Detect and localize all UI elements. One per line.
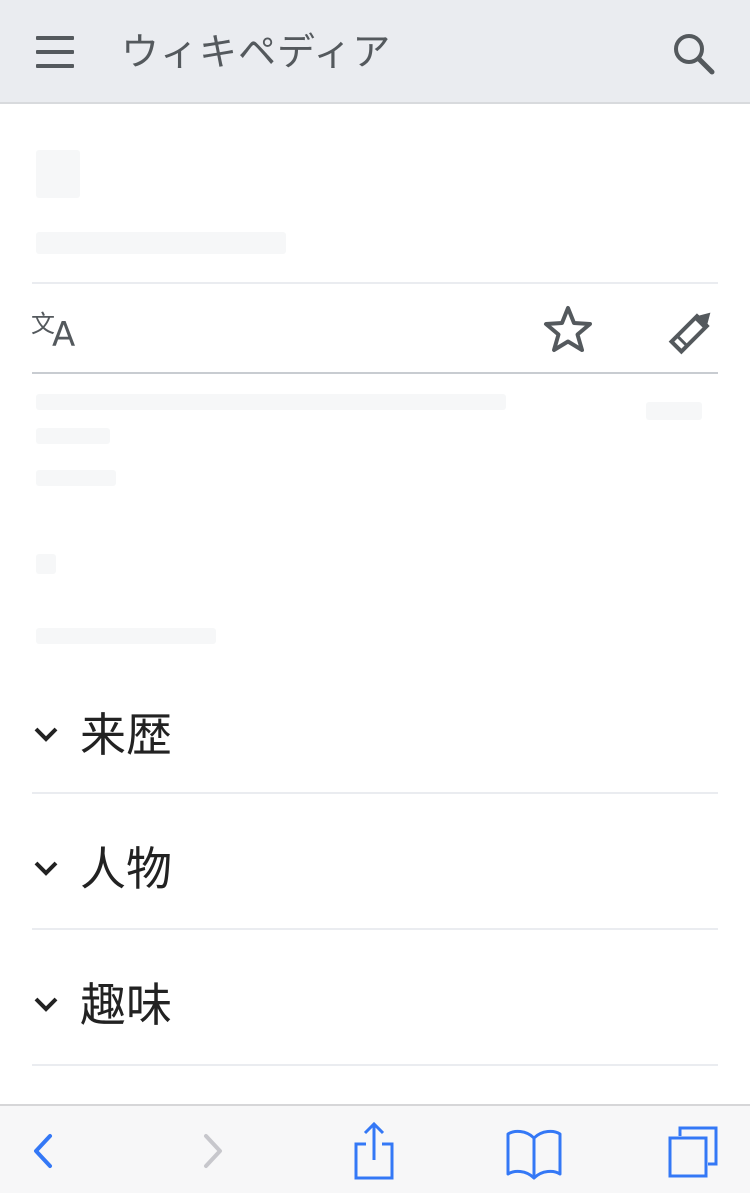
forward-chevron-icon[interactable] (188, 1116, 236, 1186)
pencil-icon[interactable] (664, 304, 720, 358)
section-rireki[interactable]: 来歴 (32, 672, 718, 806)
wikipedia-wordmark[interactable]: ウィキペディア (121, 22, 391, 82)
share-icon[interactable] (346, 1116, 402, 1186)
section-title: 人物 (80, 842, 172, 896)
heading-divider (32, 282, 718, 284)
section-jinbutsu[interactable]: 人物 (32, 806, 718, 940)
bookmarks-book-icon[interactable] (502, 1116, 566, 1186)
section-divider (32, 1064, 718, 1066)
svg-text:A: A (52, 315, 75, 350)
section-divider (32, 792, 718, 794)
menu-line (36, 64, 74, 68)
back-chevron-icon[interactable] (20, 1116, 68, 1186)
section-title: 来歴 (80, 708, 172, 762)
section-divider (32, 928, 718, 930)
hamburger-menu-icon[interactable] (30, 30, 80, 74)
chevron-down-icon (34, 861, 58, 876)
chevron-down-icon (34, 997, 58, 1012)
star-icon[interactable] (542, 304, 594, 356)
section-title: 趣味 (80, 978, 172, 1032)
browser-toolbar (0, 1104, 750, 1193)
menu-line (36, 36, 74, 40)
menu-line (36, 50, 74, 54)
tabs-icon[interactable] (662, 1116, 722, 1186)
header-bar: ウィキペディア (0, 0, 750, 104)
section-shumi[interactable]: 趣味 (32, 942, 718, 1076)
wikipedia-mobile-page: ウィキペディア 文 A 来歴 人物 趣味 (0, 0, 750, 1193)
chevron-down-icon (34, 727, 58, 742)
actions-divider (32, 372, 718, 374)
search-icon[interactable] (668, 28, 718, 78)
language-translate-icon[interactable]: 文 A (30, 306, 86, 355)
